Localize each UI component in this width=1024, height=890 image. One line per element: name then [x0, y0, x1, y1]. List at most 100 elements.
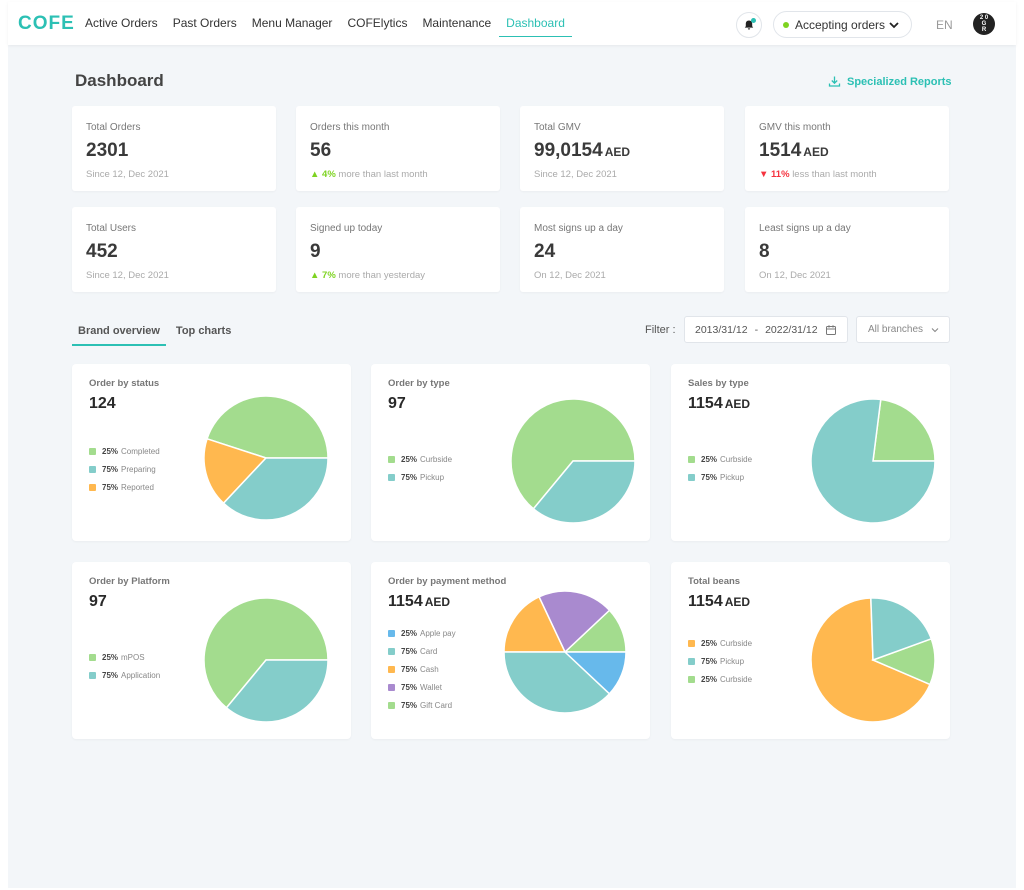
trend-down-indicator: ▼ 11%	[759, 169, 790, 180]
nav-dashboard[interactable]: Dashboard	[499, 2, 572, 45]
pie-chart	[203, 597, 329, 723]
stat-number: 99,0154	[534, 140, 603, 161]
nav-menu-manager[interactable]: Menu Manager	[245, 2, 340, 45]
stat-label: Orders this month	[310, 122, 390, 133]
trend-arrow-up-icon: ▲	[310, 270, 320, 281]
stat-value: 99,0154 AED	[534, 140, 630, 162]
stat-card-least-signups-day: Least signs up a day 8 On 12, Dec 2021	[745, 207, 949, 292]
top-navbar: COFE Active Orders Past Orders Menu Mana…	[8, 2, 1016, 45]
stat-value: 24	[534, 241, 555, 263]
stat-sub-text: Since 12, Dec 2021	[534, 169, 617, 180]
trend-up-indicator: ▲ 7%	[310, 270, 336, 281]
nav-cofelytics[interactable]: COFElytics	[340, 2, 414, 45]
chart-card-order-by-platform: Order by Platform 97 25% mPOS 75% Applic…	[72, 562, 351, 739]
stat-label: Total Orders	[86, 122, 141, 133]
nav-active-orders[interactable]: Active Orders	[78, 2, 165, 45]
stat-number: 8	[759, 241, 770, 262]
stat-card-signed-up-today: Signed up today 9 ▲ 7% more than yesterd…	[296, 207, 500, 292]
stat-value: 1514 AED	[759, 140, 829, 162]
chevron-down-icon	[889, 22, 899, 29]
stat-card-orders-this-month: Orders this month 56 ▲ 4% more than last…	[296, 106, 500, 191]
stat-sub-text: On 12, Dec 2021	[759, 270, 831, 281]
stat-sub-text: Since 12, Dec 2021	[86, 169, 169, 180]
chart-card-total-beans: Total beans 1154 AED 25% Curbside 75% Pic…	[671, 562, 950, 739]
stat-value: 8	[759, 241, 770, 263]
stat-sub-text: more than last month	[338, 169, 428, 180]
stat-number: 24	[534, 241, 556, 262]
pie-slice-curbside[interactable]	[872, 398, 936, 462]
page-title: Dashboard	[75, 71, 164, 90]
notifications-button[interactable]	[736, 12, 762, 38]
main-nav: Active Orders Past Orders Menu Manager C…	[78, 2, 573, 45]
stat-label: Most signs up a day	[534, 223, 623, 234]
stat-label: Signed up today	[310, 223, 383, 234]
stat-sub-text: more than yesterday	[338, 270, 426, 281]
stat-value: 452	[86, 241, 118, 263]
stat-value: 56	[310, 140, 331, 162]
pie-chart	[203, 395, 329, 521]
filter-label: Filter :	[645, 324, 676, 336]
stat-card-gmv-this-month: GMV this month 1514 AED ▼ 11% less than l…	[745, 106, 949, 191]
stat-card-most-signups-day: Most signs up a day 24 On 12, Dec 2021	[520, 207, 724, 292]
date-separator: -	[754, 323, 759, 336]
stat-subtitle: Since 12, Dec 2021	[534, 169, 617, 180]
branch-select-value: All branches	[868, 324, 924, 335]
avatar-initials: 2 0 G R	[979, 15, 989, 33]
date-from: 2013/31/12	[695, 323, 748, 336]
stat-unit: AED	[604, 145, 631, 159]
specialized-reports-link[interactable]: Specialized Reports	[828, 75, 952, 88]
stat-subtitle: On 12, Dec 2021	[534, 270, 606, 281]
cofe-logo[interactable]: COFE	[18, 13, 75, 35]
stat-number: 452	[86, 241, 118, 262]
trend-arrow-up-icon: ▲	[310, 169, 320, 180]
date-range-picker[interactable]: 2013/31/12 - 2022/31/12	[684, 316, 848, 343]
pie-chart	[810, 398, 936, 524]
stat-subtitle: Since 12, Dec 2021	[86, 169, 169, 180]
status-label: Accepting orders	[795, 17, 886, 32]
nav-past-orders[interactable]: Past Orders	[166, 2, 244, 45]
tab-brand-overview[interactable]: Brand overview	[72, 320, 166, 346]
overview-tabs: Brand overview Top charts	[72, 320, 241, 346]
calendar-icon	[826, 325, 836, 335]
chart-card-order-by-payment-method: Order by payment method 1154 AED 25% Appl…	[371, 562, 650, 739]
nav-maintenance[interactable]: Maintenance	[415, 2, 498, 45]
stat-subtitle: ▼ 11% less than last month	[759, 169, 877, 180]
notification-dot	[751, 18, 756, 23]
stat-sub-text: On 12, Dec 2021	[534, 270, 606, 281]
pie-chart	[503, 590, 627, 714]
stat-value: 2301	[86, 140, 128, 162]
trend-up-indicator: ▲ 4%	[310, 169, 336, 180]
stat-subtitle: Since 12, Dec 2021	[86, 270, 169, 281]
chart-card-sales-by-type: Sales by type 1154 AED 25% Curbside 75% P…	[671, 364, 950, 541]
stat-card-total-users: Total Users 452 Since 12, Dec 2021	[72, 207, 276, 292]
stat-number: 56	[310, 140, 332, 161]
stat-unit: AED	[803, 145, 829, 159]
branch-select[interactable]: All branches	[856, 316, 950, 343]
chart-card-order-by-status: Order by status 124 25% Completed 75% Pr…	[72, 364, 351, 541]
stat-subtitle: On 12, Dec 2021	[759, 270, 831, 281]
app-frame: COFE Active Orders Past Orders Menu Mana…	[8, 2, 1016, 888]
chevron-down-icon	[931, 328, 939, 333]
stat-card-total-gmv: Total GMV 99,0154 AED Since 12, Dec 2021	[520, 106, 724, 191]
stat-card-total-orders: Total Orders 2301 Since 12, Dec 2021	[72, 106, 276, 191]
pie-chart	[810, 597, 936, 723]
stat-subtitle: ▲ 7% more than yesterday	[310, 270, 425, 281]
download-icon	[828, 76, 841, 87]
stat-number: 1514	[759, 140, 802, 161]
stat-label: Least signs up a day	[759, 223, 851, 234]
stat-label: Total GMV	[534, 122, 581, 133]
stat-sub-text: less than last month	[792, 169, 877, 180]
date-to: 2022/31/12	[765, 323, 818, 336]
language-switcher[interactable]: EN	[936, 18, 953, 32]
pie-chart	[510, 398, 636, 524]
user-avatar[interactable]: 2 0 G R	[973, 13, 995, 35]
stat-subtitle: ▲ 4% more than last month	[310, 169, 428, 180]
stat-number: 2301	[86, 140, 129, 161]
chart-card-order-by-type: Order by type 97 25% Curbside 75% Pickup	[371, 364, 650, 541]
stat-number: 9	[310, 241, 321, 262]
order-status-dropdown[interactable]: Accepting orders	[773, 11, 912, 38]
stat-label: GMV this month	[759, 122, 831, 133]
tab-top-charts[interactable]: Top charts	[170, 320, 237, 346]
stat-label: Total Users	[86, 223, 137, 234]
trend-arrow-down-icon: ▼	[759, 169, 769, 180]
